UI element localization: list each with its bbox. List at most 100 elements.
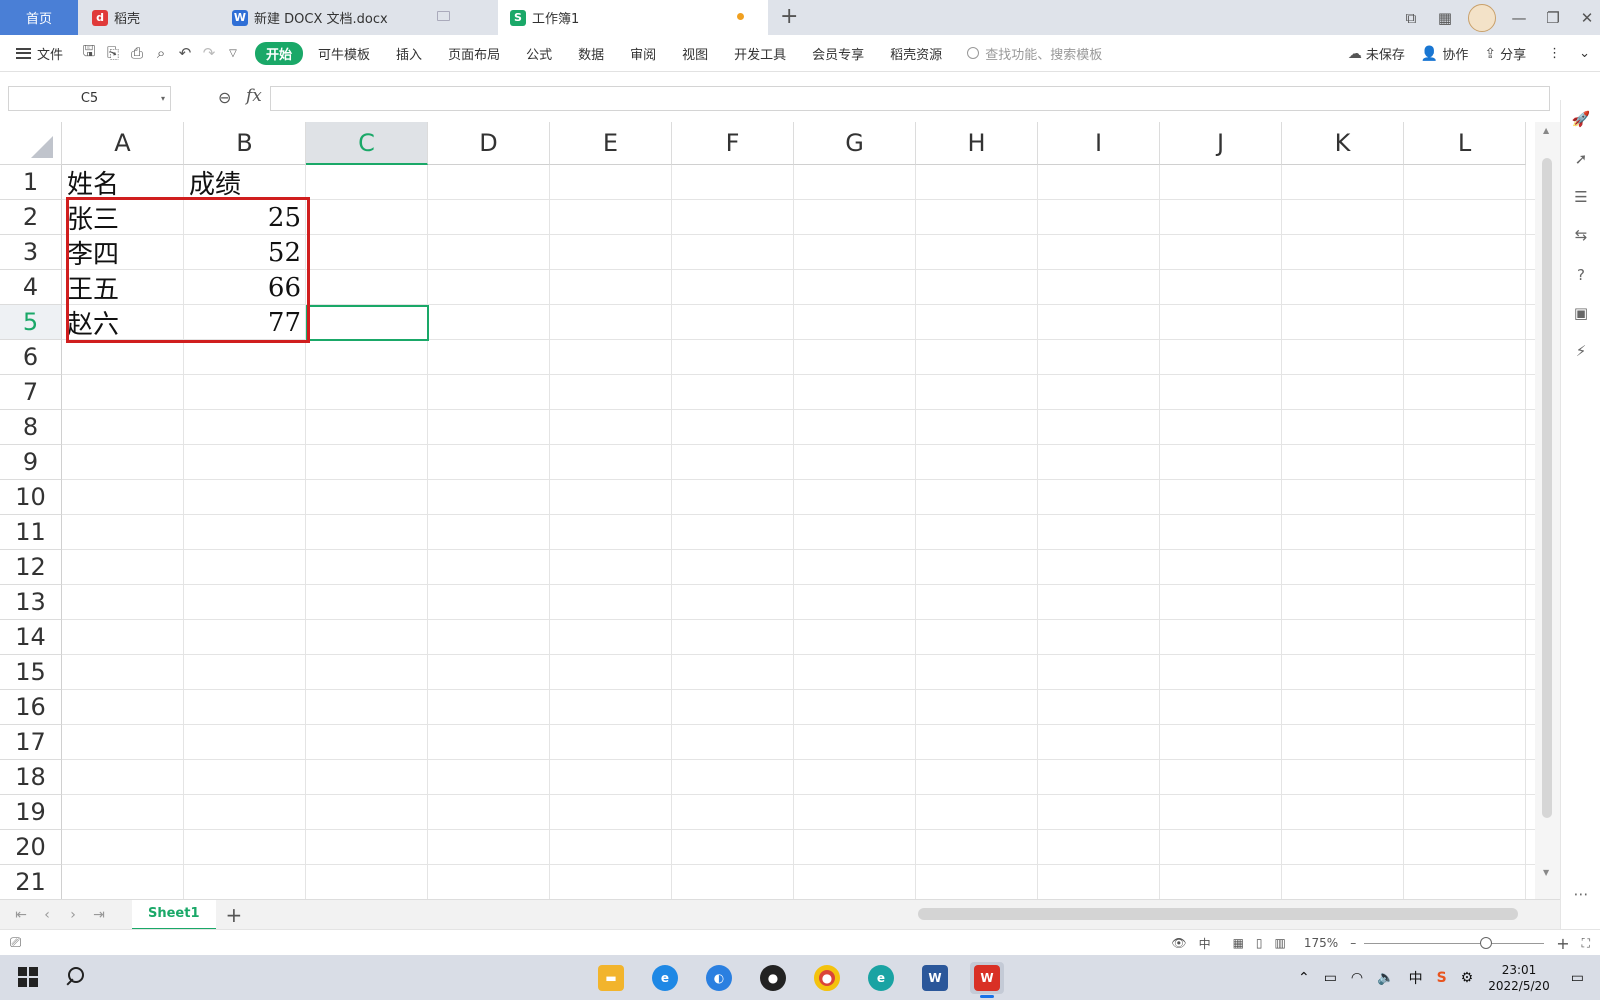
cell-b1[interactable]: 成绩 bbox=[184, 165, 306, 200]
save-icon[interactable]: 🖫 bbox=[77, 41, 101, 65]
volume-icon[interactable]: 🔈 bbox=[1377, 970, 1394, 986]
row-header-9[interactable]: 9 bbox=[0, 445, 62, 480]
zoom-slider-knob[interactable] bbox=[1480, 936, 1493, 949]
row-header-19[interactable]: 19 bbox=[0, 795, 62, 830]
zoom-in-button[interactable]: + bbox=[1556, 934, 1569, 953]
normal-view-icon[interactable]: ▦ bbox=[1233, 936, 1244, 950]
ribbon-tab-daoke-resources[interactable]: 稻壳资源 bbox=[877, 44, 955, 63]
sliders-icon[interactable]: ☰ bbox=[1572, 188, 1590, 206]
tab-daoke[interactable]: d 稻壳 bbox=[80, 0, 218, 35]
file-menu-button[interactable]: 文件 bbox=[16, 44, 63, 63]
zoom-out-button[interactable]: – bbox=[1350, 936, 1356, 950]
taskbar-clock[interactable]: 23:01 2022/5/20 bbox=[1488, 962, 1550, 994]
row-header-4[interactable]: 4 bbox=[0, 270, 62, 305]
taskbar-search-icon[interactable] bbox=[66, 967, 86, 987]
image-tool-icon[interactable]: ▣ bbox=[1572, 304, 1590, 322]
windows-start-icon[interactable] bbox=[18, 967, 38, 987]
more-dots-icon[interactable]: ⋯ bbox=[1572, 885, 1590, 903]
collapse-ribbon-icon[interactable]: ⌄ bbox=[1579, 46, 1590, 61]
zoom-slider[interactable] bbox=[1364, 936, 1545, 949]
row-header-13[interactable]: 13 bbox=[0, 585, 62, 620]
ribbon-tab-review[interactable]: 审阅 bbox=[617, 44, 669, 63]
row-header-17[interactable]: 17 bbox=[0, 725, 62, 760]
tab-docx-document[interactable]: W 新建 DOCX 文档.docx bbox=[220, 0, 500, 35]
grid-apps-icon[interactable]: ▦ bbox=[1428, 1, 1462, 35]
minimize-icon[interactable]: — bbox=[1502, 1, 1536, 35]
column-header-c[interactable]: C bbox=[306, 122, 428, 165]
word-icon[interactable]: W bbox=[918, 962, 952, 994]
row-header-10[interactable]: 10 bbox=[0, 480, 62, 515]
vertical-scroll-thumb[interactable] bbox=[1542, 158, 1552, 818]
feature-search-input[interactable]: 查找功能、搜索模板 bbox=[967, 44, 1102, 63]
cell-a1[interactable]: 姓名 bbox=[62, 165, 184, 200]
settings-gear-icon[interactable]: ⚙ bbox=[1461, 970, 1474, 986]
lightning-icon[interactable]: ⚡ bbox=[1572, 342, 1590, 360]
tab-workbook[interactable]: S 工作簿1 bbox=[498, 0, 768, 35]
row-header-1[interactable]: 1 bbox=[0, 165, 62, 200]
tab-home[interactable]: 首页 bbox=[0, 0, 78, 35]
vertical-scrollbar[interactable]: ▲ ▼ bbox=[1535, 122, 1560, 899]
restore-icon[interactable]: ❐ bbox=[1536, 1, 1570, 35]
sogou-ime-icon[interactable]: S bbox=[1437, 970, 1447, 986]
avatar[interactable] bbox=[1468, 3, 1496, 32]
fullscreen-icon[interactable]: ⛶ bbox=[1582, 936, 1590, 951]
horizontal-scroll-thumb[interactable] bbox=[918, 908, 1518, 920]
prev-sheet-icon[interactable]: ‹ bbox=[34, 907, 60, 923]
row-header-12[interactable]: 12 bbox=[0, 550, 62, 585]
chevron-down-icon[interactable]: ▾ bbox=[161, 94, 165, 103]
column-header-j[interactable]: J bbox=[1160, 122, 1282, 165]
eye-protection-icon[interactable]: 👁 bbox=[1171, 936, 1186, 950]
wps-icon[interactable]: W bbox=[970, 962, 1004, 998]
print-icon[interactable]: ⎙ bbox=[125, 41, 149, 65]
row-header-5[interactable]: 5 bbox=[0, 305, 62, 340]
select-all-corner[interactable] bbox=[0, 122, 62, 165]
column-header-i[interactable]: I bbox=[1038, 122, 1160, 165]
column-header-a[interactable]: A bbox=[62, 122, 184, 165]
page-layout-view-icon[interactable]: ▯ bbox=[1256, 936, 1263, 950]
ribbon-tab-page-layout[interactable]: 页面布局 bbox=[435, 44, 513, 63]
column-header-e[interactable]: E bbox=[550, 122, 672, 165]
next-sheet-icon[interactable]: › bbox=[60, 907, 86, 923]
layout-2-icon[interactable]: ⧉ bbox=[1394, 1, 1428, 35]
close-icon[interactable]: ✕ bbox=[1570, 1, 1600, 35]
customize-dropdown-icon[interactable]: ▽ bbox=[221, 41, 245, 65]
export-icon[interactable]: ⎘ bbox=[101, 41, 125, 65]
chrome-icon[interactable]: ● bbox=[810, 962, 844, 994]
print-preview-icon[interactable]: ⌕ bbox=[149, 41, 173, 65]
active-cell-c5[interactable] bbox=[306, 305, 429, 341]
rocket-icon[interactable]: 🚀 bbox=[1572, 110, 1591, 128]
row-header-21[interactable]: 21 bbox=[0, 865, 62, 899]
notification-icon[interactable]: ▭ bbox=[1571, 970, 1584, 986]
ribbon-tab-member[interactable]: 会员专享 bbox=[799, 44, 877, 63]
first-sheet-icon[interactable]: ⇤ bbox=[8, 907, 34, 923]
scroll-up-icon[interactable]: ▲ bbox=[1543, 126, 1549, 135]
undo-icon[interactable]: ↶ bbox=[173, 41, 197, 65]
wifi-icon[interactable]: ◠ bbox=[1351, 970, 1363, 986]
scroll-down-icon[interactable]: ▼ bbox=[1543, 868, 1549, 877]
qq-icon[interactable]: ● bbox=[756, 962, 790, 994]
column-header-l[interactable]: L bbox=[1404, 122, 1526, 165]
ribbon-tab-data[interactable]: 数据 bbox=[565, 44, 617, 63]
row-header-20[interactable]: 20 bbox=[0, 830, 62, 865]
row-header-3[interactable]: 3 bbox=[0, 235, 62, 270]
column-header-b[interactable]: B bbox=[184, 122, 306, 165]
unsaved-cloud-button[interactable]: ☁ 未保存 bbox=[1348, 44, 1405, 64]
redo-icon[interactable]: ↷ bbox=[197, 41, 221, 65]
row-header-8[interactable]: 8 bbox=[0, 410, 62, 445]
name-box[interactable]: C5 ▾ bbox=[8, 86, 171, 111]
transform-icon[interactable]: ⇆ bbox=[1572, 226, 1590, 244]
row-header-6[interactable]: 6 bbox=[0, 340, 62, 375]
ribbon-tab-insert[interactable]: 插入 bbox=[383, 44, 435, 63]
column-header-h[interactable]: H bbox=[916, 122, 1038, 165]
sheet-tab-sheet1[interactable]: Sheet1 bbox=[132, 899, 216, 930]
ribbon-tab-templates[interactable]: 可牛模板 bbox=[305, 44, 383, 63]
page-break-view-icon[interactable]: ▥ bbox=[1275, 936, 1286, 950]
ribbon-tab-view[interactable]: 视图 bbox=[669, 44, 721, 63]
row-header-11[interactable]: 11 bbox=[0, 515, 62, 550]
ribbon-tab-start[interactable]: 开始 bbox=[255, 41, 304, 65]
macro-record-icon[interactable]: ⎚ bbox=[10, 935, 21, 951]
column-header-g[interactable]: G bbox=[794, 122, 916, 165]
more-options-icon[interactable]: ⋮ bbox=[1548, 46, 1561, 61]
row-header-18[interactable]: 18 bbox=[0, 760, 62, 795]
row-header-7[interactable]: 7 bbox=[0, 375, 62, 410]
